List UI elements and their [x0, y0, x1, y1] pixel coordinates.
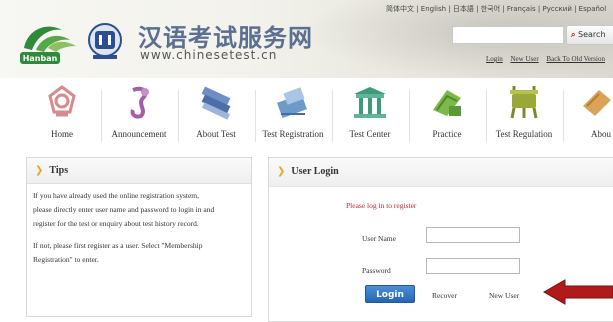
- nav-item-home[interactable]: Home: [24, 84, 100, 146]
- username-field[interactable]: [426, 227, 520, 243]
- tips-body: If you have already used the online regi…: [27, 184, 251, 280]
- nav-label-test-regulation: Test Regulation: [495, 129, 553, 139]
- nav-item-test-registration[interactable]: Test Registration: [255, 84, 331, 146]
- practice-icon: [433, 90, 461, 116]
- tips-line: register for the test or enquiry about t…: [33, 219, 199, 228]
- tips-paragraph-1: If you have already used the online regi…: [33, 189, 245, 231]
- tips-line: Registration" to enter.: [33, 255, 99, 264]
- main-nav: Home Announcement About Test Test Regist…: [0, 84, 613, 146]
- site-header: Hanban 汉语考试服务网 www.chinesetest.cn 简体中文 |…: [0, 0, 613, 78]
- logo-text: Hanban: [23, 54, 58, 63]
- tips-title: Tips: [49, 165, 69, 176]
- search-icon: ⌕: [571, 30, 576, 39]
- search-label: Search: [578, 30, 606, 39]
- login-title: User Login: [291, 166, 339, 177]
- nav-label-announcement: Announcement: [111, 129, 167, 139]
- username-label: User Name: [362, 234, 396, 243]
- nav-label-about: Abou: [591, 129, 611, 139]
- password-field[interactable]: [426, 258, 520, 274]
- tips-line: If not, please first register as a user.…: [33, 241, 203, 250]
- registration-icon: [277, 87, 307, 118]
- nav-label-practice: Practice: [432, 129, 462, 139]
- chevron-right-icon: ❯: [277, 166, 286, 177]
- nav-item-about[interactable]: Abou: [563, 84, 613, 146]
- recover-link[interactable]: Recover: [432, 291, 457, 300]
- header-links: Login New User Back To Old Version: [486, 55, 611, 63]
- login-button[interactable]: Login: [365, 285, 415, 303]
- chevron-right-icon: ❯: [35, 165, 44, 176]
- books-icon: [201, 86, 231, 120]
- nav-label-about-test: About Test: [196, 129, 236, 139]
- knot-icon: [48, 85, 76, 117]
- header-link-new-user[interactable]: New User: [510, 55, 538, 63]
- tips-panel: ❯ Tips If you have already used the onlin…: [26, 157, 252, 317]
- search-input[interactable]: [452, 26, 564, 44]
- hanban-logo[interactable]: Hanban: [18, 18, 82, 66]
- header-link-old-version[interactable]: Back To Old Version: [546, 55, 605, 63]
- scroll-icon: [130, 86, 149, 119]
- new-user-link[interactable]: New User: [489, 291, 519, 300]
- nav-item-announcement[interactable]: Announcement: [101, 84, 177, 146]
- tips-line: please directly enter user name and pass…: [33, 205, 215, 214]
- login-prompt: Please log in to register: [346, 201, 417, 210]
- annotation-arrow-icon: [543, 279, 613, 305]
- about-icon: [583, 90, 611, 116]
- header-link-login[interactable]: Login: [486, 55, 503, 63]
- bronze-vessel-icon: [510, 86, 538, 119]
- nav-label-test-registration: Test Registration: [262, 129, 324, 139]
- building-icon: [354, 87, 386, 118]
- tips-line: If you have already used the online regi…: [33, 191, 199, 200]
- exam-logo: [84, 22, 126, 62]
- nav-item-practice[interactable]: Practice: [409, 84, 485, 146]
- nav-item-about-test[interactable]: About Test: [178, 84, 254, 146]
- login-header: ❯ User Login: [269, 158, 613, 186]
- nav-item-test-center[interactable]: Test Center: [332, 84, 408, 146]
- search-button[interactable]: ⌕ Search: [566, 25, 613, 45]
- tips-paragraph-2: If not, please first register as a user.…: [33, 239, 245, 267]
- password-label: Password: [362, 266, 391, 275]
- nav-label-home: Home: [51, 129, 73, 139]
- language-bar[interactable]: 简体中文 | English | 日本語 | 한국어 | Français | …: [386, 4, 606, 14]
- tips-header: ❯ Tips: [27, 158, 251, 184]
- nav-label-test-center: Test Center: [349, 129, 391, 139]
- site-url: www.chinesetest.cn: [140, 48, 278, 62]
- nav-item-test-regulation[interactable]: Test Regulation: [486, 84, 562, 146]
